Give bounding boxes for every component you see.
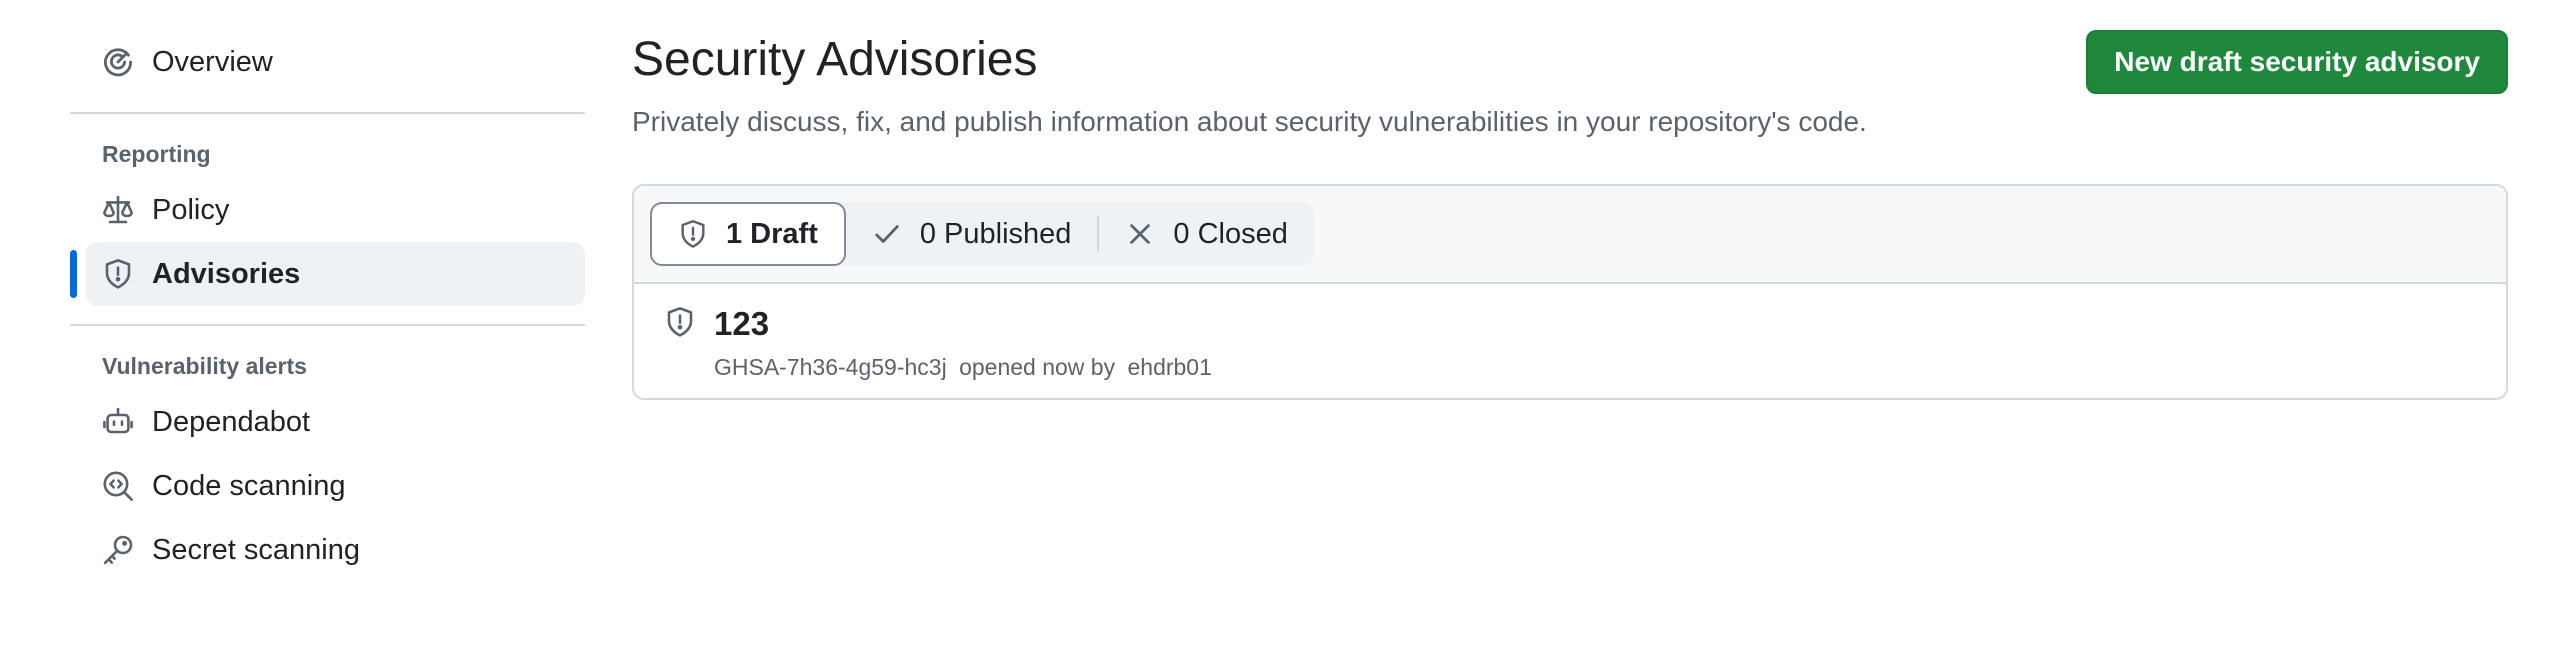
sidebar-divider xyxy=(70,324,585,326)
filter-draft[interactable]: 1 Draft xyxy=(650,202,846,266)
filter-published[interactable]: 0 Published xyxy=(846,202,1098,266)
check-icon xyxy=(872,219,902,249)
sidebar-item-label: Dependabot xyxy=(152,405,311,438)
sidebar-group-heading: Vulnerability alerts xyxy=(102,353,307,379)
sidebar-item-policy[interactable]: Policy xyxy=(70,178,585,242)
advisory-state-filter: 1 Draft 0 Published 0 Closed xyxy=(650,202,1314,266)
shield-icon xyxy=(664,306,696,338)
sidebar-item-label: Code scanning xyxy=(152,469,346,502)
sidebar-item-dependabot[interactable]: Dependabot xyxy=(70,390,585,454)
sidebar-group-heading: Reporting xyxy=(102,141,211,167)
advisory-title-link[interactable]: 123 xyxy=(714,302,1212,346)
key-icon xyxy=(102,534,134,566)
law-icon xyxy=(102,194,134,226)
advisory-ghsa-id: GHSA-7h36-4g59-hc3j xyxy=(714,354,947,380)
advisory-meta: GHSA-7h36-4g59-hc3j opened now by ehdrb0… xyxy=(714,350,1212,384)
filter-closed[interactable]: 0 Closed xyxy=(1099,202,1313,266)
list-item: 123 GHSA-7h36-4g59-hc3j opened now by eh… xyxy=(634,284,2506,398)
new-draft-advisory-button[interactable]: New draft security advisory xyxy=(2086,30,2508,94)
sidebar-item-secret-scanning[interactable]: Secret scanning xyxy=(70,518,585,582)
codescan-icon xyxy=(102,470,134,502)
shield-icon xyxy=(102,258,134,290)
page: Overview Reporting Policy Advisories Vul… xyxy=(0,0,2560,646)
sidebar-item-label: Advisories xyxy=(152,257,301,290)
sidebar: Overview Reporting Policy Advisories Vul… xyxy=(70,30,585,582)
filter-label: 1 Draft xyxy=(726,217,818,250)
sidebar-item-advisories[interactable]: Advisories xyxy=(70,242,585,306)
sidebar-item-code-scanning[interactable]: Code scanning xyxy=(70,454,585,518)
filter-label: 0 Published xyxy=(919,217,1072,250)
advisory-author[interactable]: ehdrb01 xyxy=(1127,354,1211,380)
sidebar-item-label: Secret scanning xyxy=(152,533,360,566)
advisory-status-text: opened now by xyxy=(959,354,1116,380)
sidebar-item-label: Policy xyxy=(152,193,230,226)
x-icon xyxy=(1125,219,1155,249)
advisories-list: 1 Draft 0 Published 0 Closed 123 GHSA-7h… xyxy=(632,184,2508,400)
filter-label: 0 Closed xyxy=(1173,217,1288,250)
meter-icon xyxy=(102,46,134,78)
page-description: Privately discuss, fix, and publish info… xyxy=(632,106,1867,137)
sidebar-item-label: Overview xyxy=(152,45,273,78)
main-content: Security Advisories Privately discuss, f… xyxy=(632,28,2508,400)
advisories-list-header: 1 Draft 0 Published 0 Closed xyxy=(634,186,2506,284)
advisory-body: 123 GHSA-7h36-4g59-hc3j opened now by eh… xyxy=(714,302,1212,384)
dependabot-icon xyxy=(102,406,134,438)
sidebar-item-overview[interactable]: Overview xyxy=(70,30,585,94)
shield-icon xyxy=(678,219,708,249)
sidebar-divider xyxy=(70,112,585,114)
